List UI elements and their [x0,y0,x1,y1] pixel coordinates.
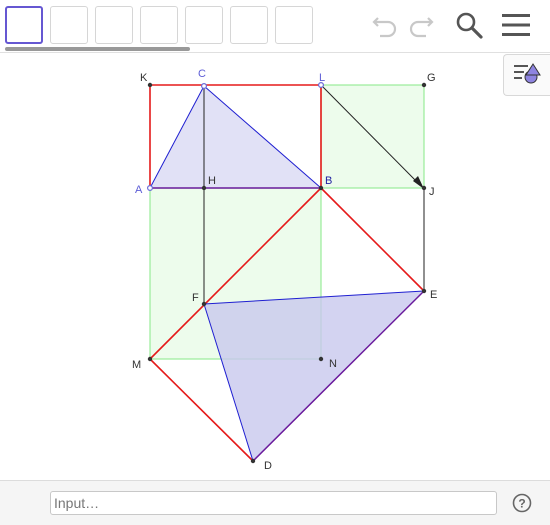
undo-icon[interactable] [368,8,402,42]
point-k[interactable] [147,82,153,88]
point-n[interactable] [318,356,324,362]
toolbar [0,0,550,53]
triangle-fed [204,291,424,461]
tool-button-1[interactable] [5,6,43,44]
label-g: G [427,72,436,84]
point-e[interactable] [421,288,427,294]
label-f: F [192,292,199,304]
segment-be [320,187,425,292]
point-f[interactable] [201,301,207,307]
point-a[interactable] [147,185,154,192]
redo-icon[interactable] [404,8,438,42]
label-e: E [430,289,437,301]
label-b: B [325,175,332,187]
graphics-view[interactable]: K C L G A H B J F E M N D [0,52,550,480]
search-icon[interactable] [452,8,486,42]
point-m[interactable] [147,356,153,362]
point-j[interactable] [421,185,427,191]
menu-icon[interactable] [499,8,533,42]
label-n: N [329,358,337,370]
tool-button-5[interactable] [185,6,223,44]
tool-button-3[interactable] [95,6,133,44]
tool-button-6[interactable] [230,6,268,44]
svg-text:?: ? [518,497,525,511]
label-d: D [264,460,272,472]
triangle-acb [150,86,321,188]
label-h: H [208,175,216,187]
point-b[interactable] [318,185,324,191]
point-g[interactable] [421,82,427,88]
algebra-input[interactable] [50,491,497,515]
geometry-drawing[interactable]: K C L G A H B J F E M N D [0,52,550,480]
point-h[interactable] [201,185,207,191]
label-a: A [135,184,143,196]
tool-button-7[interactable] [275,6,313,44]
tool-button-2[interactable] [50,6,88,44]
tool-button-4[interactable] [140,6,178,44]
help-icon[interactable]: ? [512,493,532,513]
point-d[interactable] [250,458,256,464]
label-j: J [429,186,435,198]
label-c: C [198,68,206,80]
label-m: M [132,359,141,371]
point-c[interactable] [201,82,208,89]
label-l: L [319,72,325,84]
input-bar: ? [0,480,550,525]
toolbar-scrollbar[interactable] [5,47,190,51]
label-k: K [140,72,148,84]
